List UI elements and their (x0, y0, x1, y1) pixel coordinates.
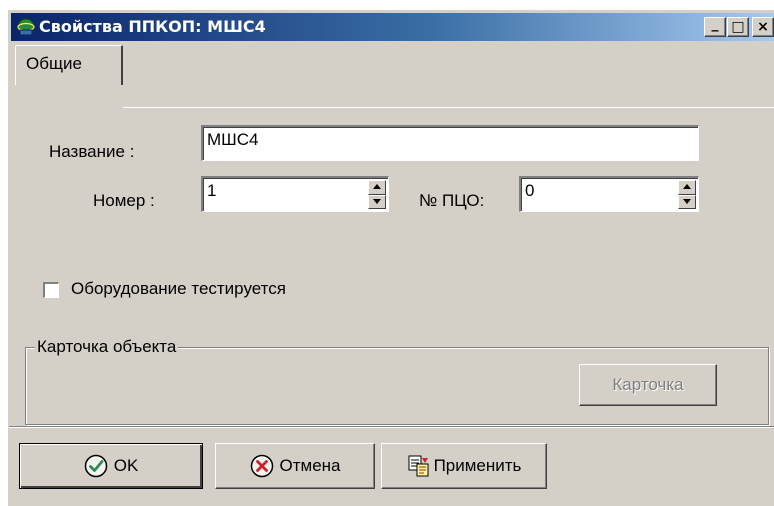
tab-divider (123, 107, 774, 108)
ok-button-label: OK (113, 456, 139, 475)
test-checkbox-label[interactable]: Оборудование тестируется (71, 279, 286, 299)
number-spinbox[interactable]: 1 (201, 176, 389, 212)
pco-down-arrow-icon[interactable] (678, 194, 696, 209)
pco-label: № ПЦО: (419, 191, 485, 210)
name-label: Название : (49, 142, 135, 161)
x-circle-icon (250, 454, 273, 478)
cancel-button-label: Отмена (279, 456, 341, 475)
pco-up-arrow-icon[interactable] (678, 180, 696, 195)
footer-divider (9, 426, 774, 427)
name-input[interactable]: МШС4 (201, 125, 699, 161)
pco-value: 0 (525, 181, 535, 200)
tab-general[interactable]: Общие (15, 45, 123, 85)
number-spin-buttons[interactable] (368, 180, 386, 209)
number-label: Номер : (93, 191, 155, 210)
apply-document-icon (408, 455, 429, 477)
pco-spinbox[interactable]: 0 (519, 176, 699, 212)
number-up-arrow-icon[interactable] (368, 180, 386, 195)
tab-bar: Общие (9, 41, 774, 108)
apply-button[interactable]: Применить (381, 443, 547, 489)
object-card-group-label: Карточка объекта (35, 337, 179, 357)
pco-spin-buttons[interactable] (678, 180, 696, 209)
test-checkbox[interactable] (43, 282, 59, 298)
cancel-button[interactable]: Отмена (215, 443, 375, 489)
ok-button[interactable]: OK (19, 443, 203, 489)
properties-dialog: Свойства ППКОП: МШС4 _ □ × Общие Названи… (8, 10, 774, 506)
app-globe-icon (17, 18, 35, 36)
minimize-icon: _ (711, 16, 719, 32)
number-down-arrow-icon[interactable] (368, 194, 386, 209)
card-button-label: Карточка (612, 375, 684, 394)
title-bar[interactable]: Свойства ППКОП: МШС4 _ □ × (11, 13, 774, 41)
card-button[interactable]: Карточка (579, 364, 717, 406)
close-button[interactable]: × (752, 17, 774, 37)
number-value: 1 (207, 181, 217, 200)
tab-label: Общие (26, 54, 82, 73)
apply-button-label: Применить (433, 456, 522, 475)
minimize-button[interactable]: _ (704, 16, 726, 37)
close-icon: × (757, 19, 769, 35)
maximize-button[interactable]: □ (727, 17, 749, 37)
name-value: МШС4 (207, 130, 259, 149)
maximize-icon: □ (731, 19, 745, 35)
window-title: Свойства ППКОП: МШС4 (39, 17, 266, 36)
check-circle-icon (84, 454, 107, 478)
